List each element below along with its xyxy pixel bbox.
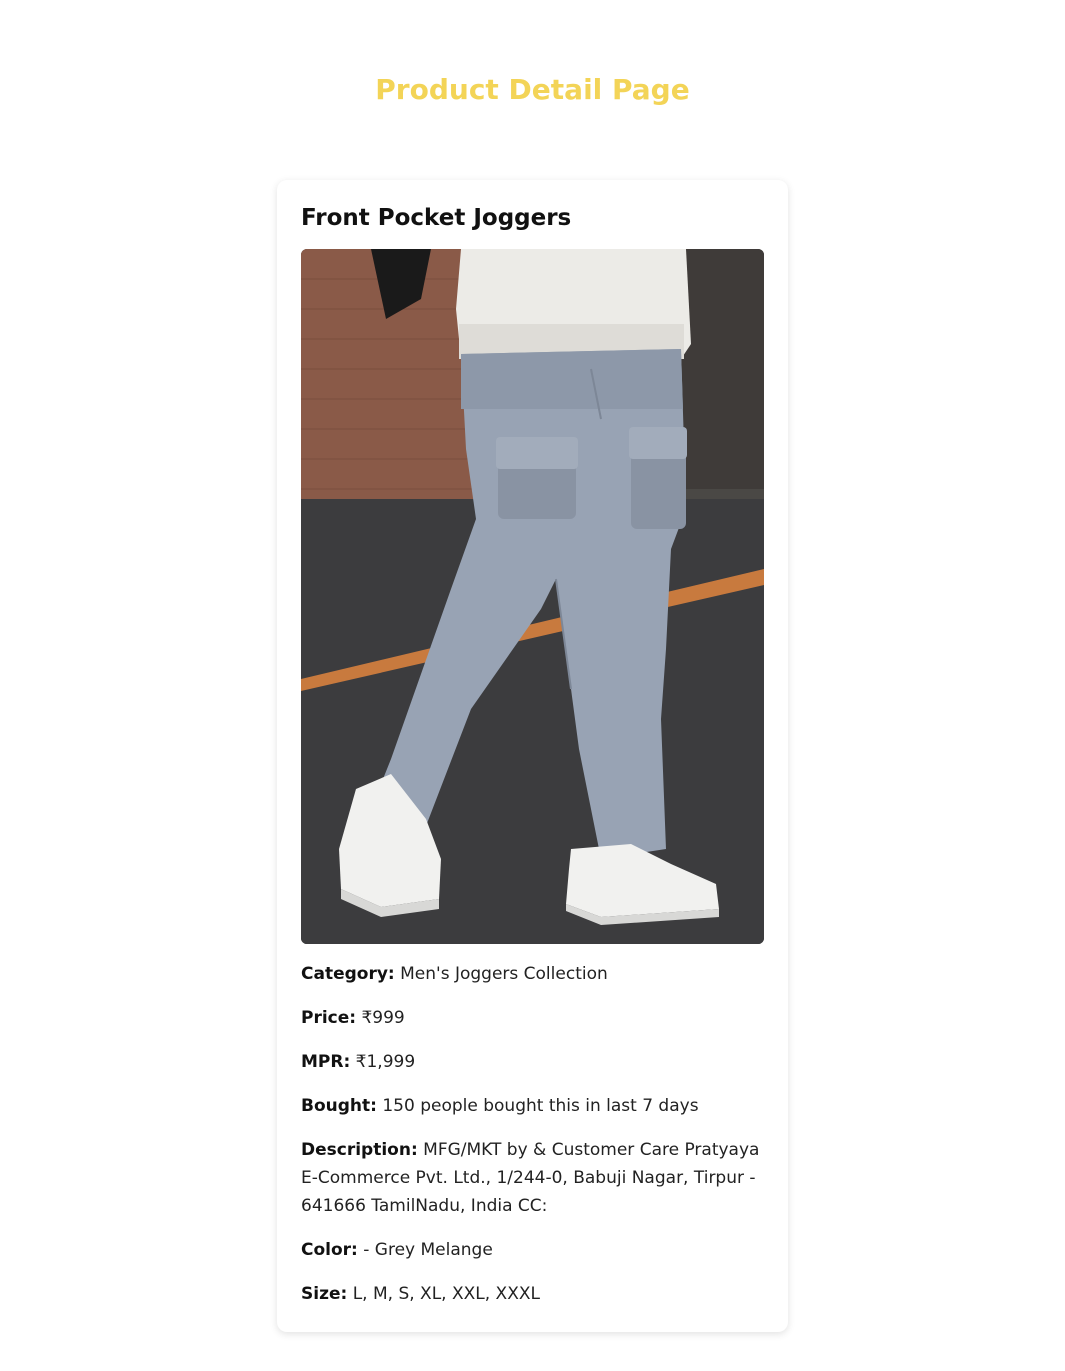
- product-name: Front Pocket Joggers: [301, 205, 572, 231]
- product-image: [301, 249, 764, 944]
- color-row: Color: - Grey Melange: [301, 1236, 764, 1264]
- price-row: Price: ₹999: [301, 1004, 764, 1032]
- product-details: Category: Men's Joggers Collection Price…: [301, 960, 764, 1324]
- bought-label: Bought:: [301, 1096, 377, 1116]
- bought-row: Bought: 150 people bought this in last 7…: [301, 1092, 764, 1120]
- mrp-label: MPR:: [301, 1052, 351, 1072]
- size-label: Size:: [301, 1284, 348, 1304]
- price-value: ₹999: [361, 1008, 405, 1028]
- price-label: Price:: [301, 1008, 357, 1028]
- product-card: Front Pocket Joggers Category: Men's Jog…: [277, 180, 788, 1332]
- description-label: Description:: [301, 1140, 418, 1160]
- page-title: Product Detail Page: [375, 73, 690, 106]
- bought-value: 150 people bought this in last 7 days: [382, 1096, 699, 1116]
- category-label: Category:: [301, 964, 395, 984]
- size-value: L, M, S, XL, XXL, XXXL: [352, 1284, 540, 1304]
- color-value: - Grey Melange: [363, 1240, 493, 1260]
- description-row: Description: MFG/MKT by & Customer Care …: [301, 1136, 764, 1220]
- category-value: Men's Joggers Collection: [400, 964, 608, 984]
- size-row: Size: L, M, S, XL, XXL, XXXL: [301, 1280, 764, 1308]
- mrp-row: MPR: ₹1,999: [301, 1048, 764, 1076]
- mrp-value: ₹1,999: [355, 1052, 416, 1072]
- category-row: Category: Men's Joggers Collection: [301, 960, 764, 988]
- color-label: Color:: [301, 1240, 358, 1260]
